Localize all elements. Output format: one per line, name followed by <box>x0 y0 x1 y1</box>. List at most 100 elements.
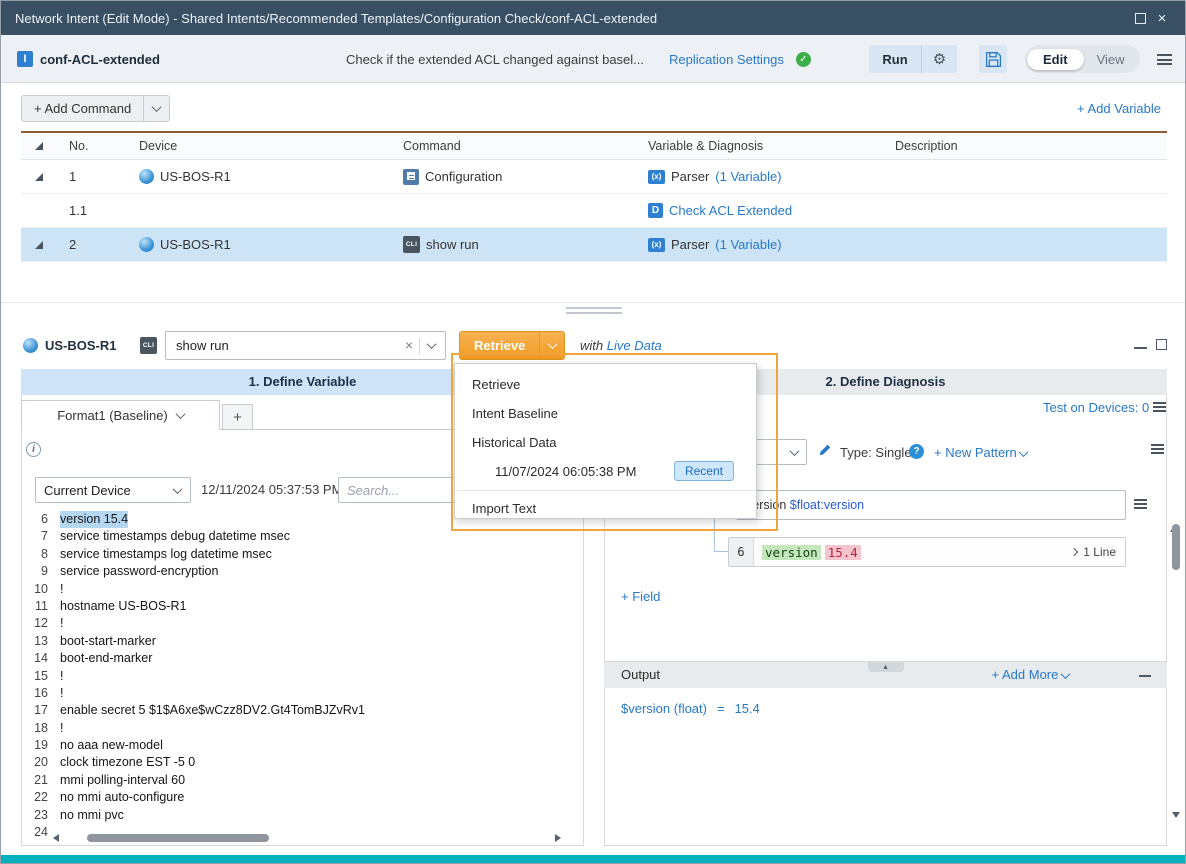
chevron-down-icon[interactable] <box>427 339 437 349</box>
scroll-left-icon[interactable] <box>53 834 59 842</box>
matched-line-row[interactable]: 6 version 15.4 1 Line <box>728 537 1126 567</box>
row-no: 1.1 <box>57 203 127 218</box>
maximize-pane-icon[interactable] <box>1156 339 1167 350</box>
device-scope-select[interactable]: Current Device <box>35 477 191 503</box>
chevron-down-icon <box>152 102 162 112</box>
parser-variable-link[interactable]: (1 Variable) <box>715 169 781 184</box>
parser-variable-link[interactable]: (1 Variable) <box>715 237 781 252</box>
output-collapse-icon[interactable]: ▴ <box>868 662 904 672</box>
command-label: show run <box>426 237 479 252</box>
collapse-lines-toggle[interactable]: 1 Line <box>1071 545 1116 559</box>
history-timestamp: 11/07/2024 06:05:38 PM <box>495 464 636 479</box>
bottom-accent-bar <box>1 855 1186 864</box>
retrieve-button[interactable]: Retrieve <box>460 332 539 359</box>
add-command-button[interactable]: + Add Command <box>21 95 170 122</box>
clear-icon[interactable]: × <box>405 337 413 353</box>
line-number: 10 <box>22 581 60 598</box>
test-on-devices-link[interactable]: Test on Devices: 0 <box>1043 400 1149 415</box>
info-icon[interactable]: i <box>26 442 41 457</box>
run-settings-gear-icon[interactable]: ⚙ <box>921 45 957 73</box>
scroll-right-icon[interactable] <box>555 834 561 842</box>
row-expander-icon[interactable] <box>35 241 43 249</box>
parser-label: Parser <box>671 237 709 252</box>
pattern-menu-icon[interactable] <box>1151 444 1164 454</box>
matched-value-chip: 15.4 <box>825 545 861 560</box>
edit-pencil-icon[interactable] <box>818 443 832 457</box>
header-menu-icon[interactable] <box>1157 54 1172 65</box>
menu-item-historical-data[interactable]: Historical Data <box>455 428 756 457</box>
detail-device: US-BOS-R1 <box>23 334 117 356</box>
code-line: no aaa new-model <box>60 737 163 754</box>
pattern-input[interactable]: version $float:version <box>736 490 1126 520</box>
add-variable-link[interactable]: + Add Variable <box>1077 101 1161 116</box>
add-more-link[interactable]: + Add More <box>992 667 1069 682</box>
tab-format1-baseline[interactable]: Format1 (Baseline) <box>21 400 220 430</box>
add-format-tab[interactable]: + <box>222 404 253 430</box>
command-combobox[interactable]: show run × <box>165 331 446 360</box>
run-button[interactable]: Run <box>869 45 921 73</box>
data-source-label: with Live Data <box>580 338 662 353</box>
vertical-scroll-thumb[interactable] <box>1172 524 1180 570</box>
diagnosis-link[interactable]: Check ACL Extended <box>669 203 792 218</box>
line-number: 18 <box>22 720 60 737</box>
add-command-dropdown[interactable] <box>143 96 169 121</box>
line-number: 21 <box>22 772 60 789</box>
line-number: 11 <box>22 598 60 615</box>
lines-label: 1 Line <box>1083 545 1116 559</box>
new-pattern-label: + New Pattern <box>934 445 1017 460</box>
config-code-editor[interactable]: 6version 15.4 7service timestamps debug … <box>22 508 583 845</box>
code-line: boot-start-marker <box>60 633 156 650</box>
section-divider <box>1 302 1186 303</box>
output-section-header: Output ▴ + Add More <box>604 661 1167 688</box>
new-pattern-link[interactable]: + New Pattern <box>934 445 1027 460</box>
row-no: 1 <box>57 169 127 184</box>
help-question-icon[interactable]: ? <box>909 444 924 459</box>
collapse-pane-icon[interactable] <box>1134 347 1147 349</box>
restore-icon <box>1135 13 1146 24</box>
row-expander-icon[interactable] <box>35 173 43 181</box>
code-line: no mmi pvc <box>60 807 124 824</box>
save-button[interactable] <box>979 45 1007 73</box>
horizontal-scrollbar[interactable] <box>53 832 561 844</box>
code-line: enable secret 5 $1$A6xe$wCzz8DV2.Gt4TomB… <box>60 702 365 719</box>
command-table: No. Device Command Variable & Diagnosis … <box>21 131 1167 262</box>
row-no: 2 <box>57 237 127 252</box>
replication-settings-link[interactable]: Replication Settings <box>669 52 784 67</box>
output-minimize-icon[interactable] <box>1139 675 1151 677</box>
horizontal-scroll-thumb[interactable] <box>87 834 269 842</box>
splitter-handle[interactable] <box>566 307 622 314</box>
vertical-scrollbar[interactable] <box>1170 511 1182 818</box>
live-data-link[interactable]: Live Data <box>607 338 662 353</box>
menu-item-retrieve[interactable]: Retrieve <box>455 370 756 399</box>
parser-icon: (x) <box>648 170 665 184</box>
pattern-row-menu-icon[interactable] <box>1134 499 1147 509</box>
menu-item-intent-baseline[interactable]: Intent Baseline <box>455 399 756 428</box>
table-row-selected[interactable]: 2 US-BOS-R1 CLIshow run (x)Parser(1 Vari… <box>21 228 1167 262</box>
chevron-down-icon[interactable] <box>175 409 185 419</box>
device-icon <box>139 169 154 184</box>
menu-item-import-text[interactable]: Import Text <box>455 494 756 523</box>
add-field-link[interactable]: + Field <box>621 589 660 604</box>
table-row[interactable]: 1 US-BOS-R1 Configuration (x)Parser(1 Va… <box>21 160 1167 194</box>
intent-icon: I <box>17 51 33 67</box>
recent-button[interactable]: Recent <box>674 461 734 481</box>
intent-header: I conf-ACL-extended Check if the extende… <box>1 35 1186 83</box>
line-number: 6 <box>22 511 60 528</box>
scroll-down-icon[interactable] <box>1172 812 1180 818</box>
edit-mode-button[interactable]: Edit <box>1027 49 1084 70</box>
restore-window-icon[interactable] <box>1129 7 1151 29</box>
diagnosis-menu-icon[interactable] <box>1153 402 1166 412</box>
code-line: boot-end-marker <box>60 650 152 667</box>
chevron-down-icon <box>173 484 183 494</box>
pattern-variable: $float:version <box>790 498 864 512</box>
table-subrow[interactable]: 1.1 DCheck ACL Extended <box>21 194 1167 228</box>
retrieve-dropdown-toggle[interactable] <box>539 332 564 359</box>
run-button-group: Run ⚙ <box>869 45 957 73</box>
line-number: 17 <box>22 702 60 719</box>
collapse-all-icon[interactable] <box>35 142 43 150</box>
view-mode-button[interactable]: View <box>1084 49 1138 70</box>
menu-item-history-entry[interactable]: 11/07/2024 06:05:38 PM Recent <box>455 457 756 487</box>
close-window-icon[interactable]: × <box>1151 7 1173 29</box>
output-variable-row: $version (float)=15.4 <box>621 701 760 716</box>
line-number: 22 <box>22 789 60 806</box>
